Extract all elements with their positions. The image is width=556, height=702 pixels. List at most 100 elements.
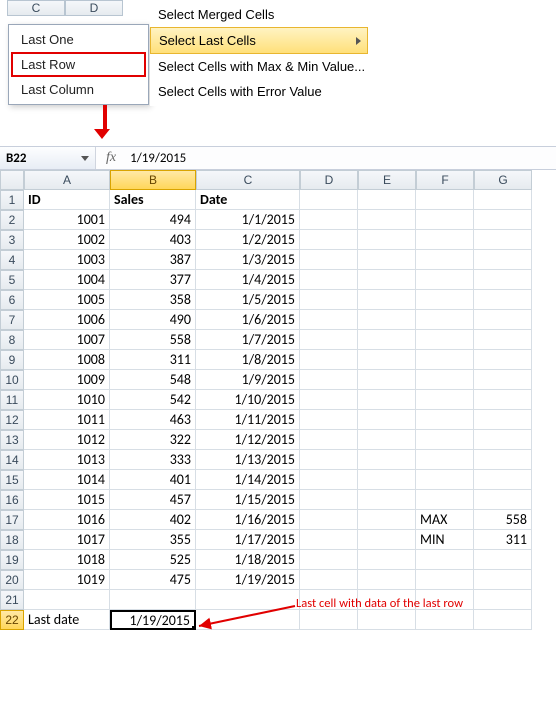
- cell[interactable]: [300, 430, 358, 450]
- cell[interactable]: [474, 570, 532, 590]
- row-head-22[interactable]: 22: [0, 610, 24, 630]
- cell[interactable]: [474, 370, 532, 390]
- cell[interactable]: [358, 530, 416, 550]
- cell[interactable]: [358, 470, 416, 490]
- cell[interactable]: [300, 310, 358, 330]
- cell-date[interactable]: 1/8/2015: [196, 350, 300, 370]
- row-head-11[interactable]: 11: [0, 390, 24, 410]
- col-head-c[interactable]: C: [7, 0, 65, 16]
- cell-date[interactable]: 1/9/2015: [196, 370, 300, 390]
- row-head-10[interactable]: 10: [0, 370, 24, 390]
- cell-id[interactable]: 1015: [24, 490, 110, 510]
- cell[interactable]: [358, 370, 416, 390]
- summary-max-value[interactable]: 558: [474, 510, 532, 530]
- cell-date[interactable]: 1/19/2015: [196, 570, 300, 590]
- row-head-3[interactable]: 3: [0, 230, 24, 250]
- cell[interactable]: [416, 390, 474, 410]
- menu-select-error[interactable]: Select Cells with Error Value: [150, 79, 390, 104]
- cell-date[interactable]: 1/17/2015: [196, 530, 300, 550]
- row-head-20[interactable]: 20: [0, 570, 24, 590]
- cell[interactable]: [416, 250, 474, 270]
- cell[interactable]: [416, 370, 474, 390]
- cell[interactable]: [474, 350, 532, 370]
- cell[interactable]: [300, 570, 358, 590]
- cell-date[interactable]: 1/13/2015: [196, 450, 300, 470]
- col-head-b[interactable]: B: [110, 170, 196, 190]
- cell-id[interactable]: 1002: [24, 230, 110, 250]
- cell-date[interactable]: 1/5/2015: [196, 290, 300, 310]
- row-head-1[interactable]: 1: [0, 190, 24, 210]
- cell[interactable]: [300, 610, 358, 630]
- col-head-e[interactable]: E: [358, 170, 416, 190]
- cell-date[interactable]: 1/14/2015: [196, 470, 300, 490]
- menu-select-last-cells[interactable]: Select Last Cells: [150, 27, 368, 54]
- cell-sales[interactable]: 494: [110, 210, 196, 230]
- cell-id[interactable]: 1016: [24, 510, 110, 530]
- cell-date[interactable]: 1/11/2015: [196, 410, 300, 430]
- cell[interactable]: [474, 270, 532, 290]
- cell[interactable]: [416, 310, 474, 330]
- cell-sales[interactable]: 333: [110, 450, 196, 470]
- cell[interactable]: [358, 330, 416, 350]
- cell-sales[interactable]: 358: [110, 290, 196, 310]
- cell[interactable]: [416, 410, 474, 430]
- row-head-6[interactable]: 6: [0, 290, 24, 310]
- cell-sales[interactable]: 401: [110, 470, 196, 490]
- cell[interactable]: [300, 290, 358, 310]
- cell[interactable]: [416, 210, 474, 230]
- cell[interactable]: [358, 210, 416, 230]
- menu-select-merged[interactable]: Select Merged Cells: [150, 2, 390, 27]
- cell-date[interactable]: 1/18/2015: [196, 550, 300, 570]
- cell-id[interactable]: 1011: [24, 410, 110, 430]
- row-head-8[interactable]: 8: [0, 330, 24, 350]
- cell[interactable]: [24, 590, 110, 610]
- col-head-c[interactable]: C: [196, 170, 300, 190]
- cell[interactable]: [300, 270, 358, 290]
- menu-last-row[interactable]: Last Row: [11, 52, 146, 77]
- cell[interactable]: [358, 390, 416, 410]
- cell-date[interactable]: 1/16/2015: [196, 510, 300, 530]
- cell-date[interactable]: 1/15/2015: [196, 490, 300, 510]
- cell-sales[interactable]: 463: [110, 410, 196, 430]
- cell-sales[interactable]: 542: [110, 390, 196, 410]
- cell[interactable]: [300, 390, 358, 410]
- cell[interactable]: [416, 290, 474, 310]
- cell-date[interactable]: 1/3/2015: [196, 250, 300, 270]
- cell[interactable]: [474, 230, 532, 250]
- cell[interactable]: [416, 550, 474, 570]
- cell-id[interactable]: 1014: [24, 470, 110, 490]
- cell-id[interactable]: 1008: [24, 350, 110, 370]
- cell-sales[interactable]: 377: [110, 270, 196, 290]
- header-sales[interactable]: Sales: [110, 190, 196, 210]
- formula-input[interactable]: 1/19/2015: [126, 151, 556, 166]
- cell-date[interactable]: 1/2/2015: [196, 230, 300, 250]
- row-head-16[interactable]: 16: [0, 490, 24, 510]
- cell-sales[interactable]: 322: [110, 430, 196, 450]
- cell[interactable]: [416, 430, 474, 450]
- cell[interactable]: [474, 550, 532, 570]
- summary-min-label[interactable]: MIN: [416, 530, 474, 550]
- cell-sales[interactable]: 387: [110, 250, 196, 270]
- active-cell[interactable]: 1/19/2015: [110, 610, 196, 630]
- col-head-a[interactable]: A: [24, 170, 110, 190]
- cell-sales[interactable]: 457: [110, 490, 196, 510]
- cell[interactable]: [358, 510, 416, 530]
- cell[interactable]: [416, 450, 474, 470]
- cell[interactable]: [358, 550, 416, 570]
- cell-date[interactable]: 1/4/2015: [196, 270, 300, 290]
- col-head-g[interactable]: G: [474, 170, 532, 190]
- cell-id[interactable]: 1007: [24, 330, 110, 350]
- cell-id[interactable]: 1010: [24, 390, 110, 410]
- cell-id[interactable]: 1018: [24, 550, 110, 570]
- cell[interactable]: [474, 210, 532, 230]
- cell[interactable]: [358, 610, 416, 630]
- cell[interactable]: [300, 190, 358, 210]
- cell[interactable]: [300, 490, 358, 510]
- row-head-14[interactable]: 14: [0, 450, 24, 470]
- cell-sales[interactable]: 548: [110, 370, 196, 390]
- cell[interactable]: [474, 390, 532, 410]
- cell-sales[interactable]: 403: [110, 230, 196, 250]
- row-head-4[interactable]: 4: [0, 250, 24, 270]
- cell-id[interactable]: 1006: [24, 310, 110, 330]
- col-head-f[interactable]: F: [416, 170, 474, 190]
